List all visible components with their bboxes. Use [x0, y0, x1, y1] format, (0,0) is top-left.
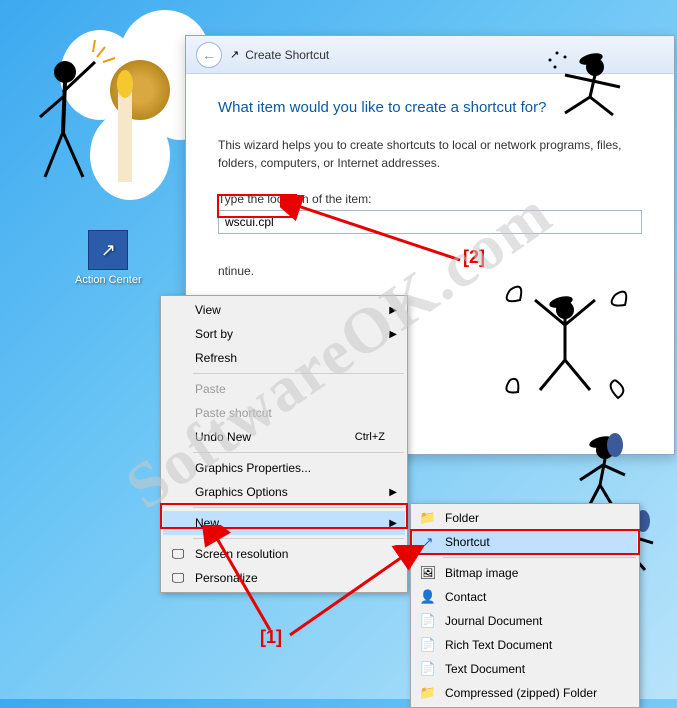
menu-item-undo[interactable]: Undo NewCtrl+Z	[163, 425, 405, 449]
stick-figure-dancer	[490, 270, 640, 420]
text-icon: 📄	[419, 660, 437, 678]
menu-separator	[193, 507, 404, 508]
menu-separator	[193, 373, 404, 374]
menu-item-sort-by[interactable]: Sort by▶	[163, 322, 405, 346]
new-submenu: 📁Folder ↗Shortcut 🖼Bitmap image 👤Contact…	[410, 503, 640, 708]
submenu-arrow-icon: ▶	[389, 518, 397, 529]
wizard-title: Create Shortcut	[245, 48, 329, 62]
submenu-item-contact[interactable]: 👤Contact	[413, 585, 637, 609]
desktop-context-menu: View▶ Sort by▶ Refresh Paste Paste short…	[160, 295, 408, 593]
location-input-label: Type the location of the item:	[218, 192, 642, 206]
folder-icon: 📁	[419, 509, 437, 527]
shortcut-icon: ↗	[88, 230, 128, 270]
submenu-item-shortcut[interactable]: ↗Shortcut	[413, 530, 637, 554]
journal-icon: 📄	[419, 612, 437, 630]
submenu-item-rtf[interactable]: 📄Rich Text Document	[413, 633, 637, 657]
contact-icon: 👤	[419, 588, 437, 606]
menu-item-view[interactable]: View▶	[163, 298, 405, 322]
menu-separator	[193, 538, 404, 539]
menu-separator	[443, 557, 636, 558]
menu-item-graphics-properties[interactable]: Graphics Properties...	[163, 456, 405, 480]
submenu-arrow-icon: ▶	[389, 487, 397, 498]
menu-item-graphics-options[interactable]: Graphics Options▶	[163, 480, 405, 504]
annotation-label-2: [2]	[463, 247, 485, 268]
menu-item-screen-resolution[interactable]: 🖵Screen resolution	[163, 542, 405, 566]
menu-item-paste: Paste	[163, 377, 405, 401]
stick-figure-runner	[535, 45, 655, 125]
shortcut-icon: ↗	[419, 533, 437, 551]
menu-item-refresh[interactable]: Refresh	[163, 346, 405, 370]
submenu-item-folder[interactable]: 📁Folder	[413, 506, 637, 530]
menu-item-new[interactable]: New▶	[163, 511, 405, 535]
shortcut-key: Ctrl+Z	[355, 431, 385, 443]
rtf-icon: 📄	[419, 636, 437, 654]
wizard-description: This wizard helps you to create shortcut…	[218, 136, 642, 172]
submenu-item-journal[interactable]: 📄Journal Document	[413, 609, 637, 633]
submenu-arrow-icon: ▶	[389, 329, 397, 340]
submenu-item-text[interactable]: 📄Text Document	[413, 657, 637, 681]
menu-item-paste-shortcut: Paste shortcut	[163, 401, 405, 425]
menu-item-personalize[interactable]: 🖵Personalize	[163, 566, 405, 590]
bitmap-icon: 🖼	[419, 564, 437, 582]
submenu-arrow-icon: ▶	[389, 305, 397, 316]
desktop-icon-label: Action Center	[75, 274, 142, 286]
monitor-icon: 🖵	[169, 545, 187, 563]
desktop-shortcut-action-center[interactable]: ↗ Action Center	[75, 230, 142, 286]
menu-separator	[193, 452, 404, 453]
personalize-icon: 🖵	[169, 569, 187, 587]
location-input[interactable]	[218, 210, 642, 234]
submenu-item-zip[interactable]: 📁Compressed (zipped) Folder	[413, 681, 637, 705]
shortcut-glyph-icon: ↗	[230, 48, 239, 61]
zip-icon: 📁	[419, 684, 437, 702]
stick-figure-candle	[35, 22, 165, 202]
annotation-label-1: [1]	[260, 627, 282, 648]
submenu-item-bitmap[interactable]: 🖼Bitmap image	[413, 561, 637, 585]
back-button[interactable]: ←	[196, 42, 222, 68]
